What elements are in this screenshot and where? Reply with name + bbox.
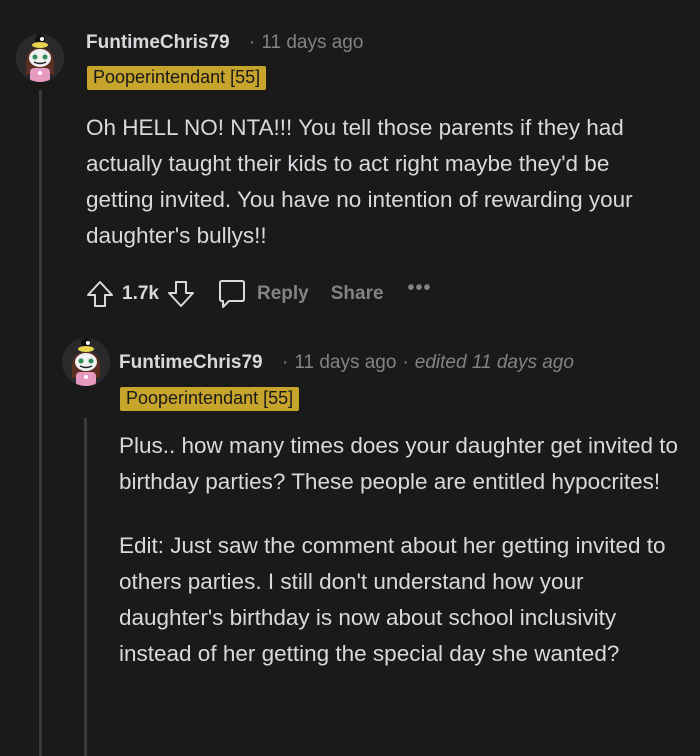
user-flair: Pooperintendant [55]	[87, 66, 267, 90]
username[interactable]: FuntimeChris79	[119, 352, 263, 374]
downvote-icon	[167, 281, 194, 307]
edited-timestamp: edited 11 days ago	[414, 352, 574, 373]
vote-score: 1.7k	[122, 283, 159, 304]
comment-paragraph: Oh HELL NO! NTA!!! You tell those parent…	[86, 115, 633, 248]
comment-body: Oh HELL NO! NTA!!! You tell those parent…	[86, 110, 676, 254]
username[interactable]: FuntimeChris79	[86, 32, 230, 54]
separator: ·	[249, 32, 256, 53]
comment-paragraph: Edit: Just saw the comment about her get…	[119, 533, 666, 666]
avatar-icon	[16, 34, 64, 82]
avatar[interactable]	[16, 34, 64, 82]
separator: ·	[282, 352, 289, 373]
comment-bubble-icon	[218, 280, 245, 308]
comment-body: Plus.. how many times does your daughter…	[119, 428, 679, 672]
upvote-button[interactable]	[84, 278, 116, 310]
reply-button[interactable]: Reply	[215, 277, 309, 311]
share-button[interactable]: Share	[331, 283, 384, 305]
comment-thread: FuntimeChris79 · 11 days ago Pooperintend…	[0, 0, 700, 756]
downvote-button[interactable]	[165, 278, 197, 310]
more-options-button[interactable]: •••	[408, 277, 432, 300]
separator: ·	[402, 352, 409, 373]
avatar[interactable]	[62, 338, 110, 386]
comment-meta: · 11 days ago	[243, 32, 363, 54]
upvote-icon	[87, 281, 113, 307]
comment-actions: 1.7k Reply Share •••	[84, 276, 432, 312]
thread-line-reply[interactable]	[84, 418, 87, 756]
reply-label: Reply	[256, 283, 309, 304]
comment-meta: · 11 days ago · edited 11 days ago	[276, 352, 574, 374]
thread-line-top[interactable]	[39, 90, 42, 756]
timestamp[interactable]: 11 days ago	[294, 352, 396, 373]
avatar-icon	[62, 338, 110, 386]
timestamp[interactable]: 11 days ago	[261, 32, 363, 53]
user-flair: Pooperintendant [55]	[120, 387, 300, 411]
comment-paragraph: Plus.. how many times does your daughter…	[119, 433, 679, 494]
